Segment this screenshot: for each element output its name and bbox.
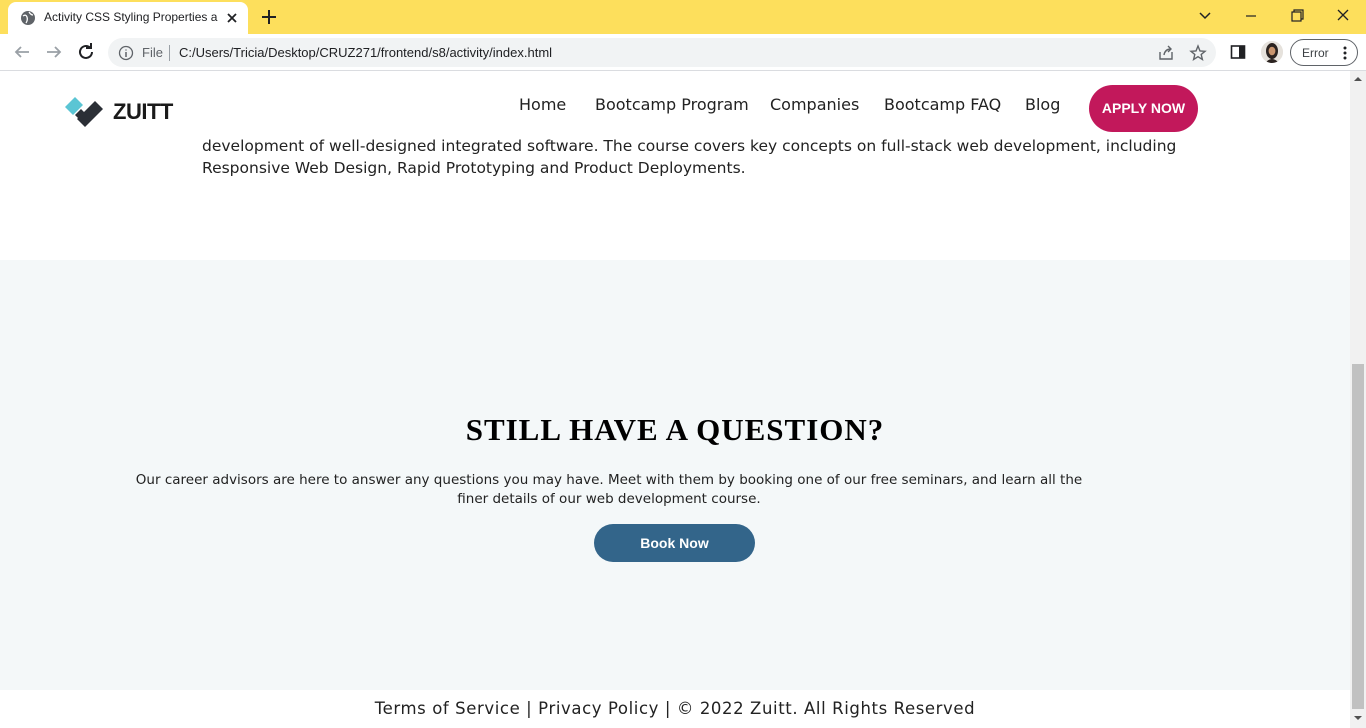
- scroll-down-arrow-icon[interactable]: [1353, 713, 1363, 723]
- side-panel-icon[interactable]: [1230, 44, 1246, 60]
- zuitt-logo-icon: [65, 97, 103, 127]
- nav-link-blog[interactable]: Blog: [1025, 95, 1060, 114]
- brand-name: ZUITT: [113, 99, 173, 124]
- profile-avatar[interactable]: [1261, 41, 1283, 63]
- brand-logo[interactable]: ZUITT: [63, 93, 173, 129]
- scrollbar-thumb[interactable]: [1352, 364, 1364, 709]
- browser-tab[interactable]: Activity CSS Styling Properties and Flex…: [8, 2, 248, 34]
- restore-icon[interactable]: [1283, 4, 1311, 28]
- tab-title: Activity CSS Styling Properties and Flex…: [44, 10, 218, 24]
- close-window-icon[interactable]: [1329, 4, 1357, 28]
- more-vert-icon[interactable]: [1339, 45, 1351, 61]
- close-icon[interactable]: [224, 10, 240, 26]
- question-text: Our career advisors are here to answer a…: [135, 472, 1083, 507]
- browser-tabstrip: Activity CSS Styling Properties and Flex…: [0, 0, 1366, 34]
- question-heading: STILL HAVE A QUESTION?: [465, 412, 885, 447]
- question-section: STILL HAVE A QUESTION? Our career adviso…: [0, 260, 1350, 690]
- scroll-up-arrow-icon[interactable]: [1353, 74, 1363, 84]
- footer-text: Terms of Service | Privacy Policy | © 20…: [374, 699, 976, 718]
- browser-toolbar: File C:/Users/Tricia/Desktop/CRUZ271/fro…: [0, 34, 1366, 71]
- error-label: Error: [1302, 46, 1329, 60]
- page-viewport: development of well-designed integrated …: [0, 71, 1350, 728]
- course-description: development of well-designed integrated …: [202, 137, 1177, 177]
- share-icon[interactable]: [1157, 44, 1175, 62]
- url-separator: [169, 45, 170, 61]
- reload-icon[interactable]: [74, 40, 98, 64]
- minimize-icon[interactable]: [1237, 4, 1265, 28]
- bookmark-star-icon[interactable]: [1189, 44, 1207, 62]
- vertical-scrollbar[interactable]: [1350, 71, 1366, 728]
- address-bar[interactable]: File C:/Users/Tricia/Desktop/CRUZ271/fro…: [108, 38, 1216, 67]
- site-footer: Terms of Service | Privacy Policy | © 20…: [0, 690, 1350, 728]
- profile-error-button[interactable]: Error: [1290, 39, 1358, 66]
- globe-icon: [21, 11, 35, 25]
- new-tab-icon[interactable]: [258, 6, 280, 28]
- nav-link-home[interactable]: Home: [519, 95, 566, 114]
- nav-link-bootcamp-faq[interactable]: Bootcamp FAQ: [884, 95, 1001, 114]
- chevron-down-icon[interactable]: [1191, 4, 1219, 28]
- avatar-icon: [1261, 41, 1283, 63]
- nav-link-companies[interactable]: Companies: [770, 95, 859, 114]
- site-navbar: ZUITT Home Bootcamp Program Companies Bo…: [0, 71, 1350, 138]
- apply-now-button[interactable]: APPLY NOW: [1089, 85, 1198, 132]
- back-icon[interactable]: [10, 40, 34, 64]
- nav-link-bootcamp-program[interactable]: Bootcamp Program: [595, 95, 749, 114]
- info-icon[interactable]: [118, 45, 134, 61]
- url-text[interactable]: C:/Users/Tricia/Desktop/CRUZ271/frontend…: [179, 45, 552, 60]
- book-now-button[interactable]: Book Now: [594, 524, 755, 562]
- forward-icon[interactable]: [42, 40, 66, 64]
- url-scheme-label: File: [142, 45, 163, 60]
